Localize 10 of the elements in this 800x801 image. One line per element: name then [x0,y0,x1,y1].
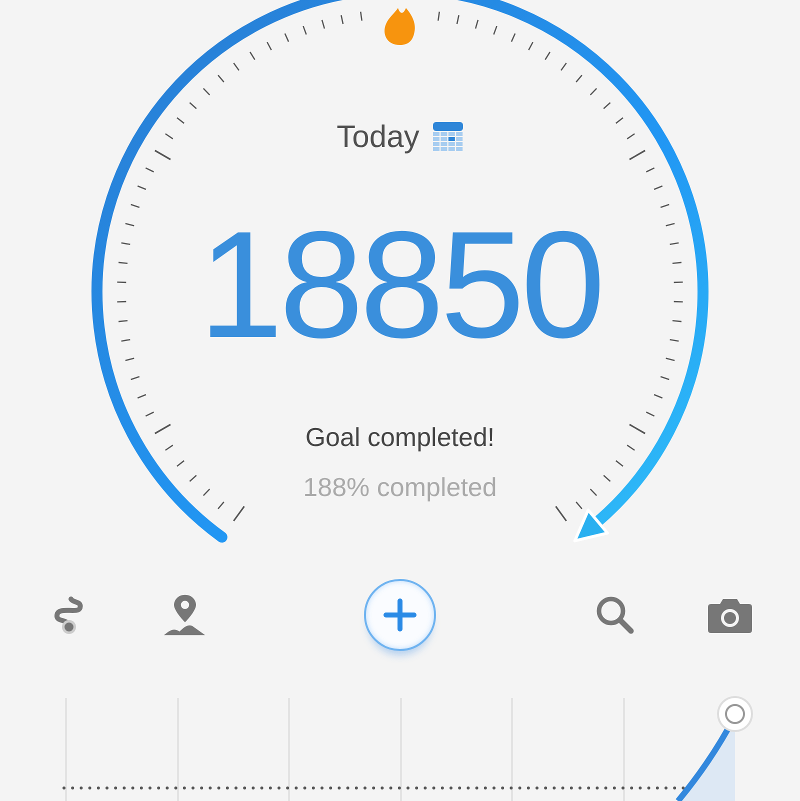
add-button[interactable] [364,579,436,651]
flame-icon [384,8,415,45]
date-title: Today [336,118,420,156]
camera-icon[interactable] [707,596,753,634]
step-count: 18850 [198,200,602,370]
arrowhead-icon [573,508,609,542]
plus-icon [382,597,418,633]
point-marker [717,696,753,732]
goal-status: Goal completed! [305,421,495,454]
calendar-icon[interactable] [433,122,464,152]
